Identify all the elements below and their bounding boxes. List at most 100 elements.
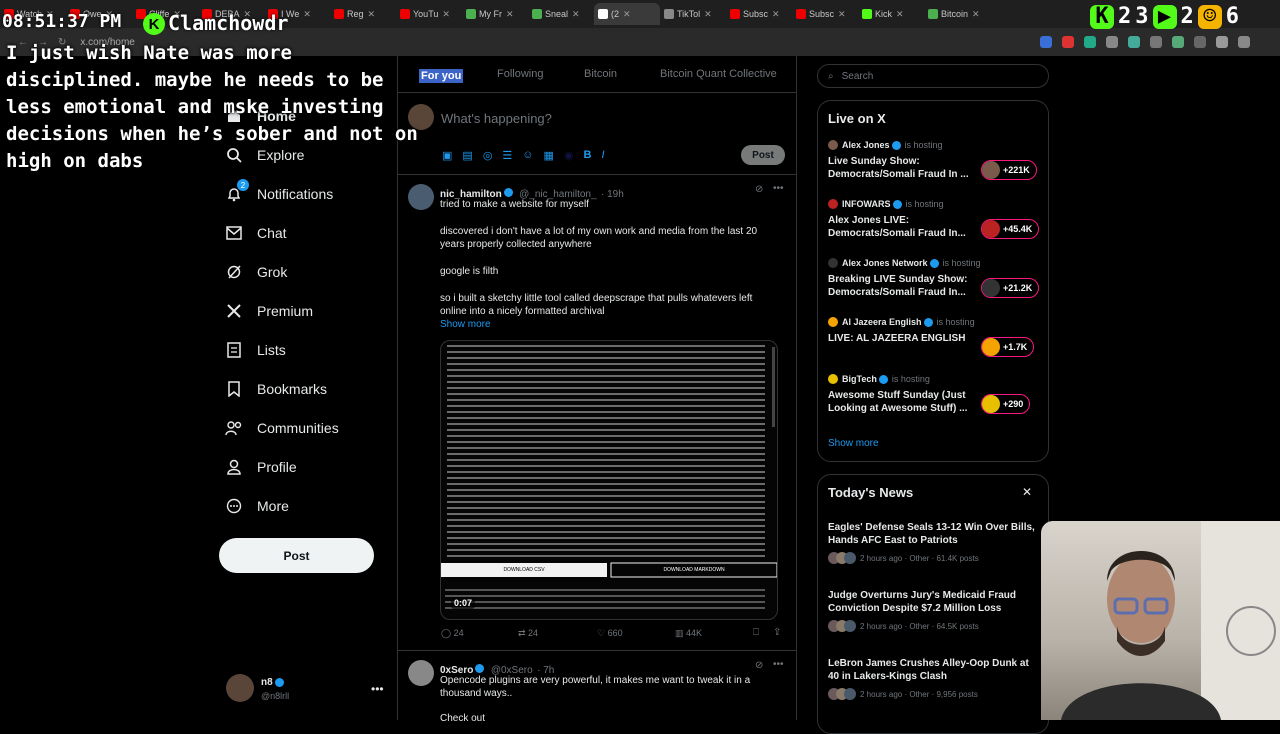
listener-count: +21.2K (1003, 283, 1033, 293)
browser-tab[interactable]: Bitcoin ✕ (924, 3, 990, 25)
host-status: is hosting (942, 258, 981, 268)
gif-icon[interactable]: ▤ (462, 149, 472, 162)
news-item[interactable]: Judge Overturns Jury's Medicaid Fraud Co… (828, 589, 1038, 632)
close-tab-icon[interactable]: ✕ (572, 9, 580, 20)
composer-input[interactable]: What's happening? (441, 111, 552, 126)
live-title: Awesome Stuff Sunday (Just Looking at Aw… (828, 390, 968, 414)
tab-favicon-icon (532, 9, 542, 19)
reply-button[interactable]: ◯ 24 (441, 628, 464, 639)
like-button[interactable]: ♡ 660 (597, 628, 623, 639)
bold-icon[interactable]: B (584, 149, 592, 162)
grok-icon[interactable]: ⊘ (755, 660, 763, 671)
host-status: is hosting (891, 374, 930, 384)
browser-tab[interactable]: Subsc ✕ (792, 3, 858, 25)
sidebar-item-profile[interactable]: Profile (225, 451, 297, 483)
poll-icon[interactable]: ☰ (502, 149, 512, 162)
news-item[interactable]: Eagles' Defense Seals 13-12 Win Over Bil… (828, 521, 1038, 564)
browser-tab[interactable]: Subsc ✕ (726, 3, 792, 25)
close-icon[interactable]: ✕ (1022, 485, 1032, 499)
share-icon[interactable]: ⇪ (773, 627, 781, 638)
listener-count-pill[interactable]: +221K (981, 160, 1037, 180)
sidebar-item-notifications[interactable]: 2 Notifications (225, 178, 333, 210)
news-item[interactable]: LeBron James Crushes Alley-Oop Dunk at 4… (828, 657, 1038, 700)
browser-tab[interactable]: Kick ✕ (858, 3, 924, 25)
show-more-link[interactable]: Show more (440, 319, 491, 330)
sidebar-item-more[interactable]: More (225, 490, 289, 522)
avatar[interactable] (226, 674, 254, 702)
grok-icon[interactable]: ⊘ (755, 184, 763, 195)
extension-icon[interactable] (1194, 36, 1206, 48)
sidebar-item-lists[interactable]: Lists (225, 334, 286, 366)
bookmark-icon (225, 380, 243, 398)
listener-count-pill[interactable]: +290 (981, 394, 1031, 414)
image-icon[interactable]: ▣ (442, 149, 452, 162)
location-icon[interactable]: ◉ (564, 149, 574, 162)
close-tab-icon[interactable]: ✕ (368, 9, 376, 20)
tab-label: Subsc (809, 9, 835, 19)
extension-icon[interactable] (1172, 36, 1184, 48)
browser-tab[interactable]: YouTu ✕ (396, 3, 462, 25)
italic-icon[interactable]: I (602, 149, 605, 162)
extension-icon[interactable] (1062, 36, 1074, 48)
close-tab-icon[interactable]: ✕ (704, 9, 712, 20)
close-tab-icon[interactable]: ✕ (623, 9, 631, 20)
listener-count-pill[interactable]: +45.4K (981, 219, 1040, 239)
extension-icon[interactable] (1238, 36, 1250, 48)
close-tab-icon[interactable]: ✕ (442, 9, 450, 20)
post-button[interactable]: Post (219, 538, 374, 573)
search-input[interactable]: ⌕ Search (817, 64, 1049, 88)
grok-icon[interactable]: ◎ (483, 149, 493, 162)
emoji-icon[interactable]: ☺ (522, 149, 533, 162)
close-tab-icon[interactable]: ✕ (772, 9, 780, 20)
sidebar-item-premium[interactable]: Premium (225, 295, 313, 327)
play-icon: ▶ (1152, 4, 1177, 29)
browser-tab[interactable]: TikTol ✕ (660, 3, 726, 25)
sidebar-item-communities[interactable]: Communities (225, 412, 339, 444)
extension-icon[interactable] (1106, 36, 1118, 48)
more-options-icon[interactable]: ••• (773, 659, 784, 670)
sidebar-item-grok[interactable]: Grok (225, 256, 287, 288)
more-options-icon[interactable]: ••• (773, 183, 784, 194)
host-name: Alex Jones Network (842, 258, 928, 268)
sidebar-item-chat[interactable]: Chat (225, 217, 287, 249)
extension-icon[interactable] (1084, 36, 1096, 48)
tab-bitcoin-quant-collective[interactable]: Bitcoin Quant Collective (660, 68, 777, 80)
extension-icon[interactable] (1216, 36, 1228, 48)
sidebar-item-bookmarks[interactable]: Bookmarks (225, 373, 327, 405)
chat-message: I just wish Nate was more disciplined. m… (6, 42, 418, 172)
listener-count-pill[interactable]: +21.2K (981, 278, 1040, 298)
extension-icon[interactable] (1128, 36, 1140, 48)
avatar (982, 279, 1000, 297)
close-tab-icon[interactable]: ✕ (303, 9, 311, 20)
extension-icon[interactable] (1150, 36, 1162, 48)
avatar[interactable] (408, 184, 434, 210)
avatar[interactable] (408, 660, 434, 686)
tab-following[interactable]: Following (497, 68, 543, 80)
browser-tab[interactable]: My Fr ✕ (462, 3, 528, 25)
show-more-link[interactable]: Show more (828, 438, 879, 449)
browser-tab[interactable]: Reg ✕ (330, 3, 396, 25)
repost-button[interactable]: ⇄ 24 (518, 628, 538, 639)
close-tab-icon[interactable]: ✕ (838, 9, 846, 20)
host-status: is hosting (936, 317, 975, 327)
tweet-video[interactable]: DOWNLOAD CSV DOWNLOAD MARKDOWN 0:07 (440, 340, 778, 620)
close-tab-icon[interactable]: ✕ (896, 9, 904, 20)
views-button[interactable]: ▥ 44K (675, 628, 702, 639)
bookmark-icon[interactable]: ⎕ (753, 627, 759, 638)
tab-favicon-icon (466, 9, 476, 19)
composer-post-button[interactable]: Post (741, 145, 785, 165)
kick-logo-icon: K (143, 13, 165, 35)
verified-icon (274, 677, 284, 687)
extension-icon[interactable] (1040, 36, 1052, 48)
close-tab-icon[interactable]: ✕ (506, 9, 514, 20)
browser-tab[interactable]: (2 ✕ (594, 3, 660, 25)
close-tab-icon[interactable]: ✕ (972, 9, 980, 20)
schedule-icon[interactable]: ▦ (544, 149, 554, 162)
account-more-icon[interactable]: ••• (371, 682, 384, 696)
tab-bitcoin[interactable]: Bitcoin (584, 68, 617, 80)
tweet-text: google is filth (440, 266, 499, 277)
listener-count-pill[interactable]: +1.7K (981, 337, 1035, 357)
host-avatar (828, 317, 838, 327)
host-name: BigTech (842, 374, 877, 384)
browser-tab[interactable]: Sneal ✕ (528, 3, 594, 25)
